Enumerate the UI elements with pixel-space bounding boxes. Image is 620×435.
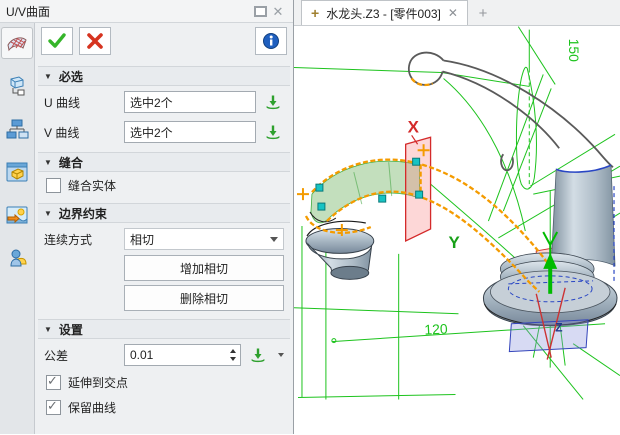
u-curve-label: U 曲线 [44,94,118,111]
u-curve-row: U 曲线 选中2个 [38,86,290,116]
sidebar-item-render[interactable] [2,200,32,230]
chevron-down-icon [270,237,278,242]
v-curve-value: 选中2个 [130,124,173,141]
ok-button[interactable] [41,27,73,55]
document-tabbar: + 水龙头.Z3 - [零件003] ✕ + [294,0,620,26]
keep-curves-row: 保留曲线 [38,394,290,419]
axis-y-label: Y [449,233,461,252]
v-curve-label: V 曲线 [44,124,118,141]
collapse-icon: ▼ [44,209,52,218]
dock-icon [254,6,267,17]
collapse-icon: ▼ [44,325,52,334]
extend-label: 延伸到交点 [68,374,128,391]
pick-options-caret-icon[interactable] [278,353,284,357]
sew-solid-label: 缝合实体 [68,177,116,194]
axis-z-label: Z [555,321,562,335]
user-icon [5,246,29,270]
model-viewport[interactable]: X Y [294,26,620,434]
spinner-up-icon [230,349,236,353]
sidebar-item-uv-surface[interactable] [2,28,32,58]
image-icon [5,203,29,227]
pick-arrow-icon [265,94,281,110]
continuity-label: 连续方式 [44,231,118,248]
section-required-header[interactable]: ▼ 必选 [38,66,290,86]
extend-checkbox[interactable] [46,375,61,390]
section-settings-header[interactable]: ▼ 设置 [38,319,290,339]
collapse-icon: ▼ [44,72,52,81]
spinner-down-icon [230,357,236,361]
extend-row: 延伸到交点 [38,369,290,394]
sidebar-item-solid-view[interactable] [2,157,32,187]
cancel-button[interactable] [79,27,111,55]
hierarchy-icon [5,117,29,141]
section-required-label: 必选 [59,68,83,85]
new-tab-button[interactable]: + [468,1,498,25]
dialog-toolbar [38,23,290,60]
dialog-content: ▼ 必选 U 曲线 选中2个 V 曲线 选 [35,23,293,434]
keep-curves-checkbox[interactable] [46,400,61,415]
cross-icon [86,32,104,50]
datum-plane: X Y [406,117,461,252]
surface-mesh-icon [5,31,29,55]
tolerance-label: 公差 [44,347,118,364]
sidebar-item-history[interactable] [2,114,32,144]
add-tangent-button[interactable]: 增加相切 [124,255,284,281]
remove-tangent-button[interactable]: 删除相切 [124,285,284,311]
pick-arrow-icon [250,347,266,363]
section-sew-label: 缝合 [59,154,83,171]
datum-cube-icon [5,74,29,98]
add-tangent-row: 增加相切 [38,253,290,283]
sidebar-item-user[interactable] [2,243,32,273]
close-icon: ✕ [273,5,284,18]
tolerance-row: 公差 0.01 [38,339,290,369]
solid-window-icon [5,160,29,184]
continuity-row: 连续方式 相切 [38,223,290,253]
tab-plus-icon: + [311,5,319,21]
sew-solid-row: 缝合实体 [38,172,290,197]
u-curve-value: 选中2个 [130,94,173,111]
tab-title: 水龙头.Z3 - [零件003] [326,5,441,22]
section-sew-header[interactable]: ▼ 缝合 [38,152,290,172]
tolerance-input[interactable]: 0.01 [124,344,241,366]
continuity-value: 相切 [130,231,154,248]
v-curve-pick-button[interactable] [262,122,284,142]
continuity-dropdown[interactable]: 相切 [124,228,284,250]
document-area: + 水龙头.Z3 - [零件003] ✕ + [294,0,620,434]
side-tab-strip [0,23,35,434]
v-curve-row: V 曲线 选中2个 [38,116,290,146]
faucet-3d-scene: X Y [294,26,620,435]
section-boundary-label: 边界约束 [59,205,107,222]
tolerance-pick-button[interactable] [247,345,269,365]
dim-120: 120 [424,320,448,337]
info-button[interactable] [255,27,287,55]
section-boundary-header[interactable]: ▼ 边界约束 [38,203,290,223]
tab-close-icon[interactable]: ✕ [448,6,458,20]
section-settings-label: 设置 [59,321,83,338]
app-window: U/V曲面 ✕ [0,0,620,434]
u-curve-pick-button[interactable] [262,92,284,112]
sidebar-item-manager[interactable] [2,71,32,101]
dialog-close-button[interactable]: ✕ [269,3,287,19]
dialog-titlebar: U/V曲面 ✕ [0,0,293,23]
sew-solid-checkbox[interactable] [46,178,61,193]
keep-curves-label: 保留曲线 [68,399,116,416]
u-curve-input[interactable]: 选中2个 [124,91,256,113]
tolerance-value: 0.01 [130,348,225,362]
dialog-title: U/V曲面 [6,3,251,20]
check-icon [47,32,67,50]
remove-tangent-row: 删除相切 [38,283,290,313]
info-icon [262,32,280,50]
collapse-icon: ▼ [44,158,52,167]
spout-outline [409,53,613,171]
tolerance-spinner[interactable] [225,345,240,365]
tab-faucet-part[interactable]: + 水龙头.Z3 - [零件003] ✕ [301,0,468,25]
v-curve-input[interactable]: 选中2个 [124,121,256,143]
dim-150: 150 [566,39,582,63]
pick-arrow-icon [265,124,281,140]
axis-x-label: X [408,117,420,136]
uv-surface-dialog: U/V曲面 ✕ [0,0,294,434]
dock-button[interactable] [251,3,269,19]
